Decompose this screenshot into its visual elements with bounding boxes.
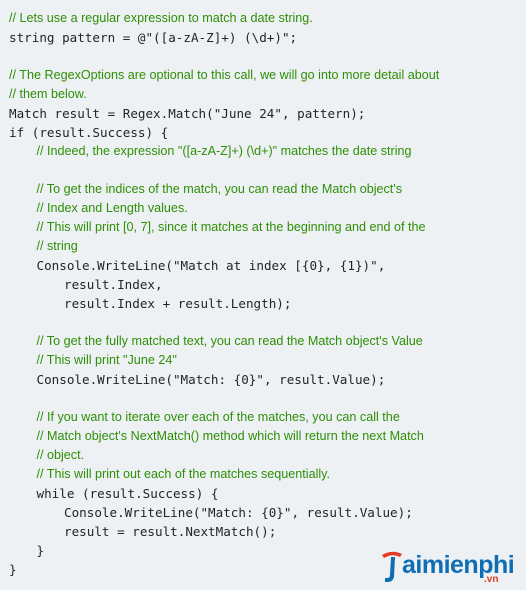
code-line: Console.WriteLine("Match at index [{0}, … bbox=[36, 258, 386, 273]
code-line: result = result.NextMatch(); bbox=[64, 524, 277, 539]
code-comment-line: // Lets use a regular expression to matc… bbox=[9, 11, 313, 25]
code-snippet: // Lets use a regular expression to matc… bbox=[0, 0, 526, 590]
watermark-tld-text: .vn bbox=[484, 574, 499, 585]
code-line: Match result = Regex.Match("June 24", pa… bbox=[9, 106, 366, 121]
code-line: string pattern = @"([a-zA-Z]+) (\d+)"; bbox=[9, 30, 298, 45]
code-comment-line: // The RegexOptions are optional to this… bbox=[9, 68, 440, 82]
code-comment-line: // To get the indices of the match, you … bbox=[36, 182, 403, 196]
code-comment-line: // Indeed, the expression "([a-zA-Z]+) (… bbox=[36, 144, 412, 158]
code-comment-line: // Match object's NextMatch() method whi… bbox=[36, 429, 424, 443]
code-comment-line: // This will print out each of the match… bbox=[36, 467, 331, 481]
code-comment-line: // If you want to iterate over each of t… bbox=[36, 410, 400, 424]
code-line: result.Index, bbox=[64, 277, 163, 292]
code-line: if (result.Success) { bbox=[9, 125, 169, 140]
code-line: Console.WriteLine("Match: {0}", result.V… bbox=[36, 372, 386, 387]
code-comment-line: // Index and Length values. bbox=[36, 201, 188, 215]
code-comment-line: // them below. bbox=[9, 87, 87, 101]
taimienphi-logo-icon bbox=[382, 551, 402, 582]
code-line: result.Index + result.Length); bbox=[64, 296, 292, 311]
code-comment-line: // This will print "June 24" bbox=[36, 353, 177, 367]
code-line: } bbox=[9, 562, 17, 577]
code-comment-line: // This will print [0, 7], since it matc… bbox=[36, 220, 426, 234]
code-line: Console.WriteLine("Match: {0}", result.V… bbox=[64, 505, 413, 520]
code-line: } bbox=[36, 543, 45, 558]
watermark: aimienphi .vn bbox=[380, 549, 526, 590]
code-comment-line: // object. bbox=[36, 448, 85, 462]
code-comment-line: // string bbox=[36, 239, 78, 253]
code-line: while (result.Success) { bbox=[36, 486, 219, 501]
code-comment-line: // To get the fully matched text, you ca… bbox=[36, 334, 423, 348]
